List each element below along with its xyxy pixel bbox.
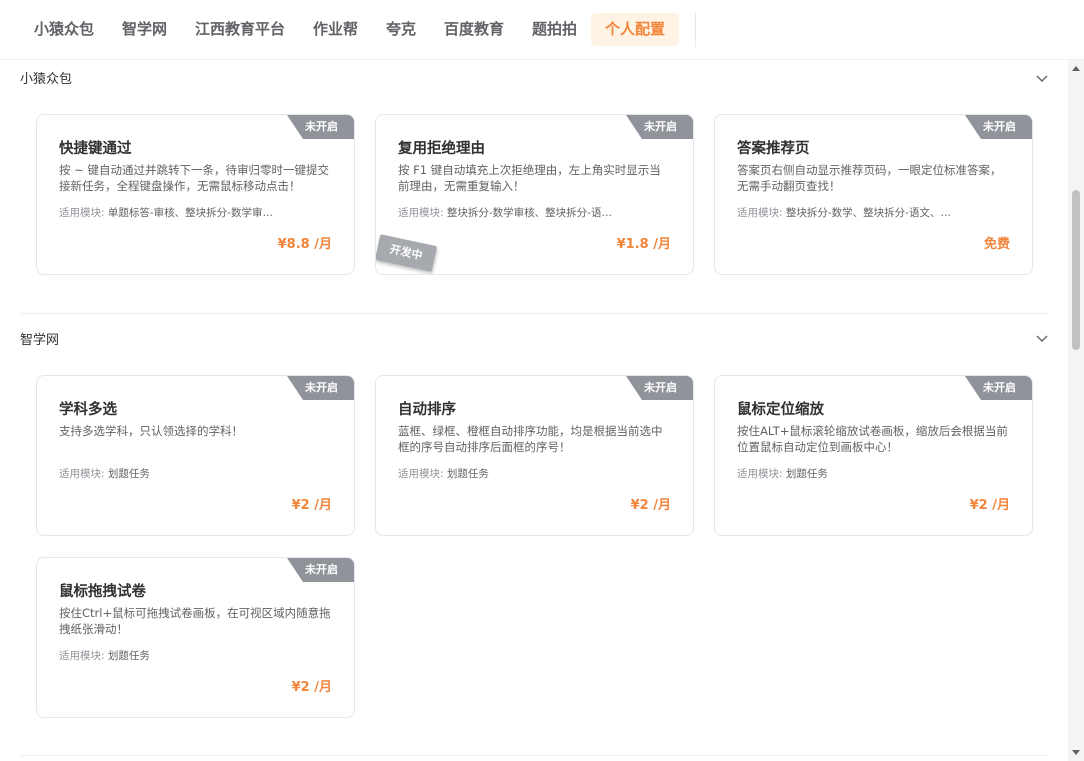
module-value: 划题任务 [446,468,489,480]
chevron-down-icon[interactable] [1034,330,1050,346]
status-badge: 未开启 [965,115,1032,139]
platform-tab-bar: 小猿众包 智学网 江西教育平台 作业帮 夸克 百度教育 题拍拍 个人配置 [0,0,1084,60]
card-price: ¥2 /月 [969,498,1010,513]
tab-divider [695,12,696,47]
card-module: 适用模块: 整块拆分-数学审核、整块拆分-语… [398,205,670,220]
card-title: 鼠标拖拽试卷 [59,584,146,600]
card-price: ¥2 /月 [630,498,671,513]
tab-jiangxi[interactable]: 江西教育平台 [181,13,299,46]
module-value: 整块拆分-数学、整块拆分-语文、… [785,207,951,219]
tab-baidu[interactable]: 百度教育 [430,13,518,46]
scrollbar-thumb[interactable] [1072,190,1080,350]
feature-card-subject-multiselect[interactable]: 未开启 学科多选 支持多选学科，只认领选择的学科！ 适用模块: 划题任务 ¥2 … [36,375,355,536]
card-description: 支持多选学科，只认领选择的学科！ [59,424,243,438]
card-description: 按 ~ 键自动通过并跳转下一条，待审归零时一键提交接新任务，全程键盘操作，无需鼠… [59,163,329,193]
vertical-scrollbar[interactable] [1068,60,1084,761]
card-module: 适用模块: 划题任务 [737,466,1009,481]
card-module: 适用模块: 划题任务 [59,466,331,481]
section-title-zhixue: 智学网 [20,333,60,348]
feature-card-mouse-zoom[interactable]: 未开启 鼠标定位缩放 按住ALT+鼠标滚轮缩放试卷画板，缩放后会根据当前位置鼠标… [714,375,1033,536]
card-module: 适用模块: 划题任务 [398,466,670,481]
card-price: ¥2 /月 [291,680,332,695]
feature-card-mouse-drag[interactable]: 未开启 鼠标拖拽试卷 按住Ctrl+鼠标可拖拽试卷画板，在可视区域内随意拖拽纸张… [36,557,355,718]
in-development-tag: 开发中 [376,234,438,272]
card-module: 适用模块: 划题任务 [59,648,331,663]
section-divider [20,313,1048,314]
feature-card-shortcut-approve[interactable]: 未开启 快捷键通过 按 ~ 键自动通过并跳转下一条，待审归零时一键提交接新任务，… [36,114,355,275]
module-label: 适用模块: [59,207,105,219]
tab-zhixue[interactable]: 智学网 [108,13,181,46]
tab-tipaipai[interactable]: 题拍拍 [518,13,591,46]
module-label: 适用模块: [737,207,783,219]
module-value: 单题标答-审核、整块拆分-数学审… [107,207,273,219]
card-module: 适用模块: 单题标答-审核、整块拆分-数学审… [59,205,331,220]
card-title: 复用拒绝理由 [398,141,485,157]
module-value: 划题任务 [107,468,150,480]
config-content: 小猿众包 未开启 快捷键通过 按 ~ 键自动通过并跳转下一条，待审归零时一键提交… [0,60,1068,761]
card-price: ¥2 /月 [291,498,332,513]
card-description: 按住Ctrl+鼠标可拖拽试卷画板，在可视区域内随意拖拽纸张滑动！ [59,606,331,636]
card-title: 鼠标定位缩放 [737,402,824,418]
feature-card-auto-sort[interactable]: 未开启 自动排序 蓝框、绿框、橙框自动排序功能，均是根据当前选中框的序号自动排序… [375,375,694,536]
card-description: 按 F1 键自动填充上次拒绝理由，左上角实时显示当前理由，无需重复输入！ [398,163,661,193]
feature-card-reuse-reject-reason[interactable]: 未开启 复用拒绝理由 按 F1 键自动填充上次拒绝理由，左上角实时显示当前理由，… [375,114,694,275]
status-badge: 未开启 [626,376,693,400]
status-badge: 未开启 [287,376,354,400]
status-badge: 未开启 [626,115,693,139]
tab-zuoyebang[interactable]: 作业帮 [299,13,372,46]
scroll-down-arrow-icon[interactable] [1072,750,1080,755]
feature-card-answer-recommend[interactable]: 未开启 答案推荐页 答案页右侧自动显示推荐页码，一眼定位标准答案，无需手动翻页查… [714,114,1033,275]
chevron-down-icon[interactable] [1034,70,1050,86]
card-price: ¥8.8 /月 [277,237,332,252]
card-price: ¥1.8 /月 [616,237,671,252]
tab-xiaoyuan[interactable]: 小猿众包 [20,13,108,46]
card-title: 自动排序 [398,402,456,418]
module-label: 适用模块: [59,468,105,480]
status-badge: 未开启 [965,376,1032,400]
tab-personal-config[interactable]: 个人配置 [591,13,680,46]
status-badge: 未开启 [287,558,354,582]
scroll-up-arrow-icon[interactable] [1072,66,1080,71]
module-value: 划题任务 [107,650,150,662]
card-module: 适用模块: 整块拆分-数学、整块拆分-语文、… [737,205,1009,220]
module-label: 适用模块: [398,468,444,480]
card-price: 免费 [983,237,1010,252]
card-description: 答案页右侧自动显示推荐页码，一眼定位标准答案，无需手动翻页查找！ [737,163,1002,193]
status-badge: 未开启 [287,115,354,139]
module-label: 适用模块: [737,468,783,480]
section-divider [20,755,1048,756]
card-title: 答案推荐页 [737,141,810,157]
module-label: 适用模块: [398,207,444,219]
card-description: 按住ALT+鼠标滚轮缩放试卷画板，缩放后会根据当前位置鼠标自动定位到画板中心！ [737,424,1008,454]
module-label: 适用模块: [59,650,105,662]
card-title: 快捷键通过 [59,141,132,157]
card-description: 蓝框、绿框、橙框自动排序功能，均是根据当前选中框的序号自动排序后面框的序号！ [398,424,663,454]
module-value: 整块拆分-数学审核、整块拆分-语… [446,207,612,219]
tab-kuake[interactable]: 夸克 [372,13,430,46]
module-value: 划题任务 [785,468,828,480]
card-title: 学科多选 [59,402,117,418]
section-title-xiaoyuan: 小猿众包 [20,72,73,87]
